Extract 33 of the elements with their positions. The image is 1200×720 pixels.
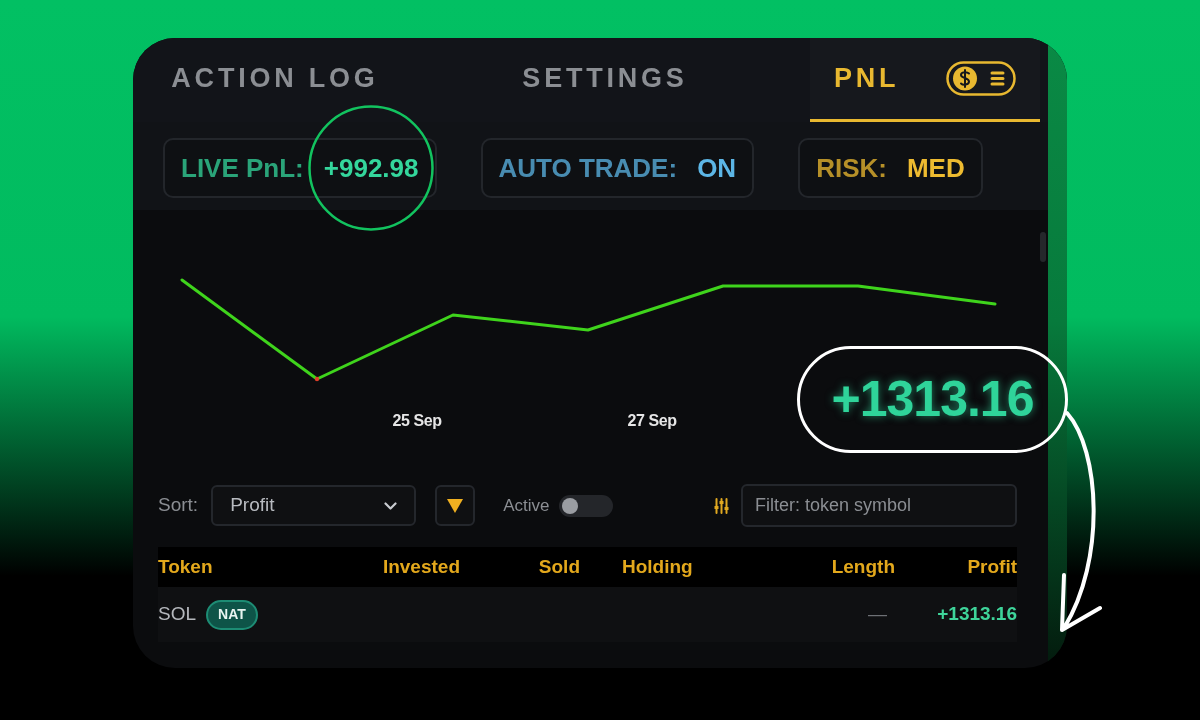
scrollbar-thumb[interactable]: [1040, 232, 1046, 262]
sort-dropdown[interactable]: Profit: [211, 485, 417, 526]
column-header[interactable]: Token: [158, 552, 372, 582]
column-header[interactable]: Profit: [895, 552, 1017, 582]
x-axis-label: 25 Sep: [392, 411, 442, 431]
column-header[interactable]: Holding: [580, 552, 818, 582]
tab[interactable]: SETTINGS: [500, 38, 710, 122]
stat-value: ON: [697, 151, 737, 185]
stat-value: +992.98: [323, 151, 419, 185]
sort-label: Sort:: [158, 493, 199, 518]
stat-value: MED: [906, 151, 965, 185]
callout-value: +1313.16: [831, 370, 1034, 429]
filter-input[interactable]: Filter: token symbol: [741, 484, 1017, 527]
stat-label: AUTO TRADE:: [498, 151, 678, 185]
tab[interactable]: PNL: [810, 38, 1040, 122]
stat-label: LIVE PnL:: [181, 151, 304, 185]
column-header[interactable]: Sold: [460, 552, 580, 582]
table-cell-text: —: [867, 602, 888, 627]
token-badge: NAT: [206, 599, 258, 630]
stat-label: RISK:: [816, 151, 887, 185]
chevron-down-icon: [384, 501, 398, 510]
profit-value: +1313.16: [936, 602, 1017, 627]
tab[interactable]: ACTION LOG: [160, 38, 390, 122]
column-header[interactable]: Invested: [372, 552, 460, 582]
active-toggle[interactable]: [559, 494, 614, 517]
sort-direction-button[interactable]: [435, 485, 476, 526]
sliders-icon[interactable]: [714, 497, 729, 514]
x-axis-label: 27 Sep: [627, 411, 677, 431]
coin-list-toggle-icon[interactable]: [946, 61, 1016, 96]
column-header[interactable]: Length: [818, 552, 895, 582]
token-symbol: SOL: [158, 602, 197, 627]
triangle-down-icon: [447, 498, 464, 513]
active-label: Active: [503, 494, 550, 517]
